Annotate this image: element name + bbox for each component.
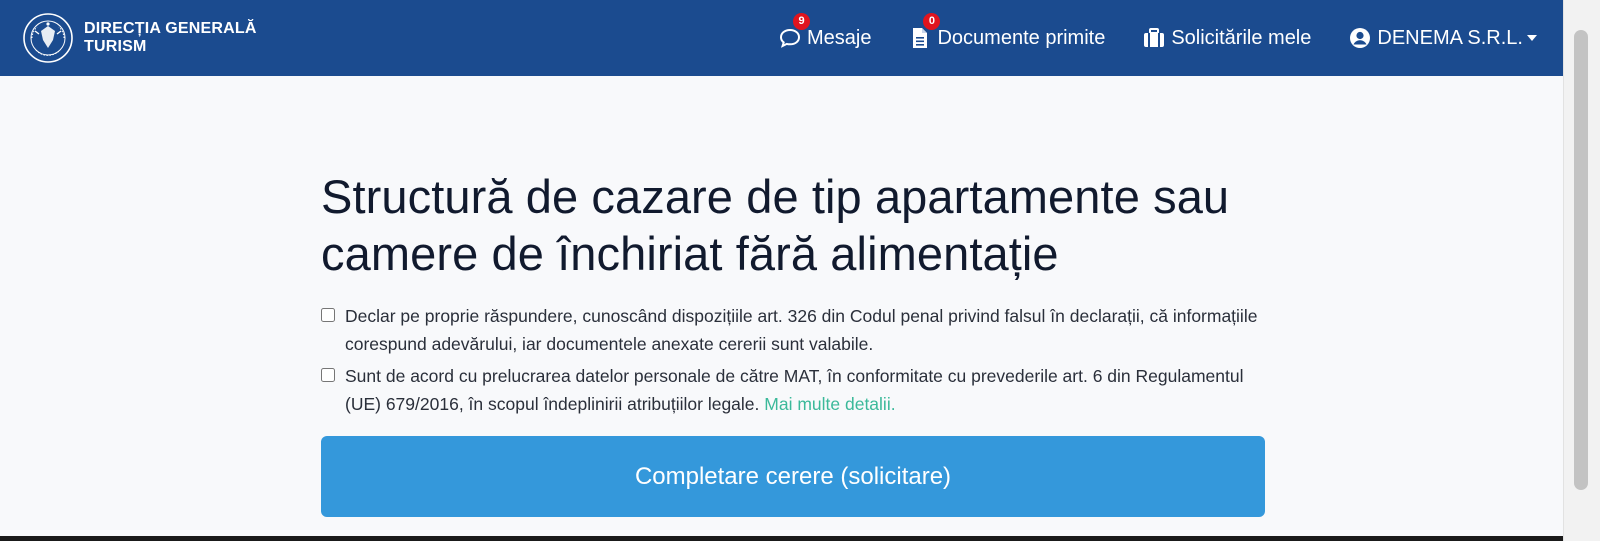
- app-frame: DIRECȚIA GENERALĂ TURISM 9 Mesaje 0 Docu…: [0, 0, 1600, 541]
- consent-checkbox[interactable]: [321, 368, 335, 382]
- complete-request-button[interactable]: Completare cerere (solicitare): [321, 436, 1265, 517]
- declaration-checkbox[interactable]: [321, 308, 335, 322]
- nav-account-label: DENEMA S.R.L.: [1377, 26, 1523, 49]
- document-icon: 0: [909, 13, 941, 49]
- more-details-link[interactable]: Mai multe detalii.: [764, 394, 895, 414]
- nav-messages-label: Mesaje: [807, 26, 872, 49]
- brand-home-link[interactable]: DIRECȚIA GENERALĂ TURISM: [22, 10, 257, 66]
- chevron-down-icon: [1527, 35, 1537, 41]
- nav-account-dropdown[interactable]: DENEMA S.R.L.: [1349, 27, 1537, 50]
- top-navbar: DIRECȚIA GENERALĂ TURISM 9 Mesaje 0 Docu…: [0, 0, 1563, 76]
- scrollbar-thumb[interactable]: [1574, 30, 1588, 490]
- nav-documents-link[interactable]: 0 Documente primite: [909, 13, 1106, 50]
- nav-menu: 9 Mesaje 0 Documente primite Solicităril…: [741, 0, 1537, 76]
- page-title: Structură de cazare de tip apartamente s…: [321, 170, 1230, 280]
- brand-name-line1: DIRECȚIA GENERALĂ: [84, 20, 257, 37]
- nav-documents-label: Documente primite: [937, 26, 1106, 49]
- main-content: Structură de cazare de tip apartamente s…: [321, 168, 1265, 517]
- bottom-edge: [0, 536, 1563, 541]
- chat-bubble-icon: 9: [779, 13, 810, 49]
- nav-messages-link[interactable]: 9 Mesaje: [779, 13, 872, 50]
- consent-row: Sunt de acord cu prelucrarea datelor per…: [321, 362, 1265, 418]
- brand-text: DIRECȚIA GENERALĂ TURISM: [84, 20, 257, 56]
- nav-requests-label: Solicitările mele: [1171, 26, 1312, 49]
- declaration-row: Declar pe proprie răspundere, cunoscând …: [321, 302, 1265, 358]
- nav-requests-link[interactable]: Solicitările mele: [1143, 27, 1311, 50]
- briefcase-icon: [1143, 27, 1165, 49]
- declaration-text: Declar pe proprie răspundere, cunoscând …: [345, 306, 1258, 354]
- brand-name-line2: TURISM: [84, 38, 147, 55]
- consent-text-wrapper: Sunt de acord cu prelucrarea datelor per…: [345, 362, 1265, 418]
- user-circle-icon: [1349, 27, 1371, 49]
- guvernul-romaniei-seal-icon: [23, 13, 73, 63]
- messages-count-badge: 9: [793, 13, 810, 30]
- page-scrollbar[interactable]: [1563, 0, 1600, 541]
